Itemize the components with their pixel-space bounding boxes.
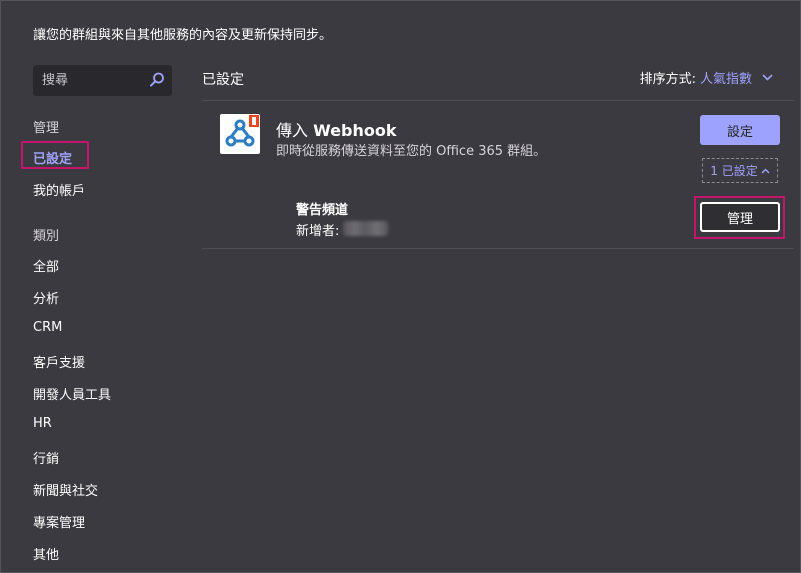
sort-dropdown[interactable]: 排序方式: 人氣指數 [640, 68, 773, 87]
sidebar-item-analytics[interactable]: 分析 [33, 288, 59, 307]
connector-title-name: Webhook [313, 121, 397, 140]
sidebar-item-crm[interactable]: CRM [33, 320, 62, 335]
connector-description: 即時從服務傳送資料至您的 Office 365 群組。 [276, 144, 547, 159]
connector-title-prefix: 傳入 [276, 121, 314, 140]
sidebar-item-developer-tools[interactable]: 開發人員工具 [33, 384, 111, 403]
sidebar-item-customer-support[interactable]: 客戶支援 [33, 352, 85, 371]
configure-button[interactable]: 設定 [700, 115, 780, 145]
search-box[interactable] [33, 65, 172, 96]
redacted-username [343, 221, 388, 236]
sidebar-category-header: 類別 [33, 229, 60, 244]
header-divider [202, 100, 794, 101]
sidebar-item-configured-label: 已設定 [33, 152, 73, 167]
webhook-logo-icon [220, 114, 260, 154]
sidebar-item-news-social[interactable]: 新聞與社交 [33, 480, 98, 499]
sidebar-item-project-management[interactable]: 專案管理 [33, 512, 85, 531]
sort-label: 排序方式: [639, 72, 696, 87]
channel-name: 警告頻道 [296, 203, 349, 218]
sidebar-item-other[interactable]: 其他 [33, 544, 59, 563]
manage-button[interactable]: 管理 [700, 202, 780, 232]
chevron-up-icon [761, 168, 770, 173]
chevron-down-icon[interactable] [762, 74, 773, 81]
configured-count-toggle[interactable]: 1 已設定 [702, 158, 778, 183]
sidebar-item-configured[interactable]: 已設定 [21, 141, 89, 169]
sidebar-manage-header: 管理 [33, 121, 60, 136]
connector-title: 傳入 Webhook [276, 117, 397, 141]
search-icon[interactable] [149, 72, 165, 88]
sort-value[interactable]: 人氣指數 [700, 68, 752, 87]
search-input[interactable] [33, 65, 152, 96]
intro-text: 讓您的群組與來自其他服務的內容及更新保持同步。 [33, 28, 333, 43]
sidebar-item-all[interactable]: 全部 [33, 256, 59, 275]
page-title: 已設定 [202, 72, 244, 88]
sidebar-item-marketing[interactable]: 行銷 [33, 448, 59, 467]
sidebar-item-my-accounts[interactable]: 我的帳戶 [33, 180, 85, 199]
card-divider [202, 248, 794, 249]
configured-count-label: 1 已設定 [710, 164, 758, 178]
sidebar-item-hr[interactable]: HR [33, 416, 52, 431]
added-by-label: 新增者: [296, 224, 340, 239]
